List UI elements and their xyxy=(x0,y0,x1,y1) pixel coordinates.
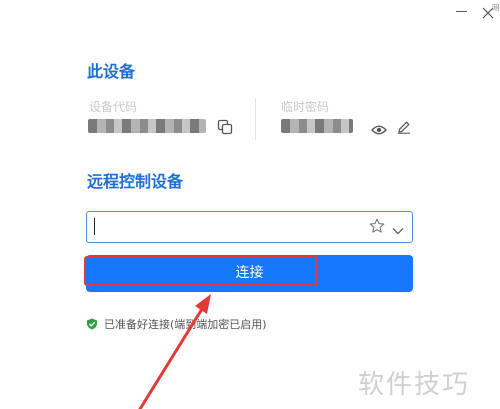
edit-icon[interactable] xyxy=(397,119,411,134)
temp-password-value-blurred xyxy=(281,119,353,133)
annotation-arrow xyxy=(138,294,211,409)
minimize-button[interactable] xyxy=(452,0,472,24)
device-id-value-blurred xyxy=(88,119,206,133)
eye-icon[interactable] xyxy=(371,121,387,135)
device-id-label: 设备代码 xyxy=(89,100,138,114)
edge-text: 暗 xyxy=(492,3,500,12)
remote-id-input[interactable] xyxy=(86,211,413,243)
copy-icon[interactable] xyxy=(217,119,233,135)
this-device-title: 此设备 xyxy=(87,62,136,81)
status-text: 已准备好连接(端到端加密已启用) xyxy=(104,318,267,331)
divider xyxy=(255,98,256,140)
watermark-text: 软件技巧 xyxy=(358,370,471,400)
temp-password-label: 临时密码 xyxy=(281,100,330,114)
window-controls xyxy=(440,0,500,30)
connect-button[interactable]: 连接 xyxy=(86,255,413,292)
chevron-down-icon[interactable] xyxy=(392,221,404,235)
remote-control-title: 远程控制设备 xyxy=(87,172,184,191)
status-row: 已准备好连接(端到端加密已启用) xyxy=(86,316,267,332)
star-icon[interactable] xyxy=(369,218,385,234)
check-shield-icon xyxy=(87,318,97,330)
